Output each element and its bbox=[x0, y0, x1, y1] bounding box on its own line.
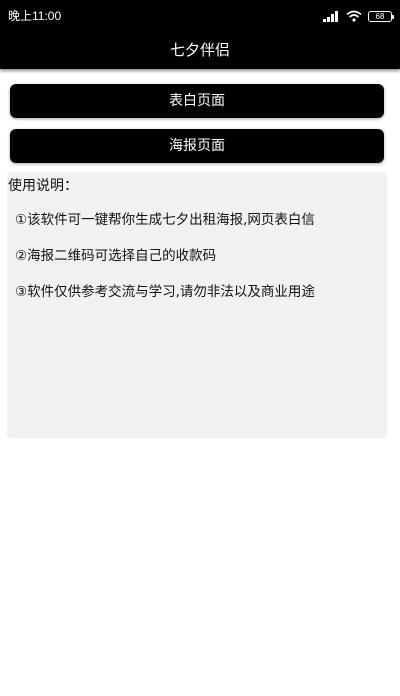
app-bar: 七夕伴侣 bbox=[0, 33, 400, 69]
status-bar: 晚上11:00 68 bbox=[0, 0, 400, 33]
status-icons: 68 bbox=[322, 8, 394, 24]
instructions-panel: ①该软件可一键帮你生成七夕出租海报,网页表白信 ②海报二维码可选择自己的收款码 … bbox=[7, 172, 387, 438]
signal-icon bbox=[323, 11, 338, 22]
status-time: 晚上11:00 bbox=[8, 9, 62, 23]
battery-icon: 68 bbox=[368, 10, 394, 22]
confession-page-button[interactable]: 表白页面 bbox=[10, 84, 384, 118]
usage-heading: 使用说明： bbox=[8, 178, 78, 194]
wifi-icon bbox=[346, 10, 362, 22]
poster-page-button[interactable]: 海报页面 bbox=[10, 129, 384, 163]
app-title: 七夕伴侣 bbox=[169, 41, 230, 59]
instruction-item-2: ②海报二维码可选择自己的收款码 bbox=[15, 248, 217, 264]
instruction-item-3: ③软件仅供参考交流与学习,请勿非法以及商业用途 bbox=[15, 284, 315, 300]
instruction-item-1: ①该软件可一键帮你生成七夕出租海报,网页表白信 bbox=[15, 212, 315, 228]
